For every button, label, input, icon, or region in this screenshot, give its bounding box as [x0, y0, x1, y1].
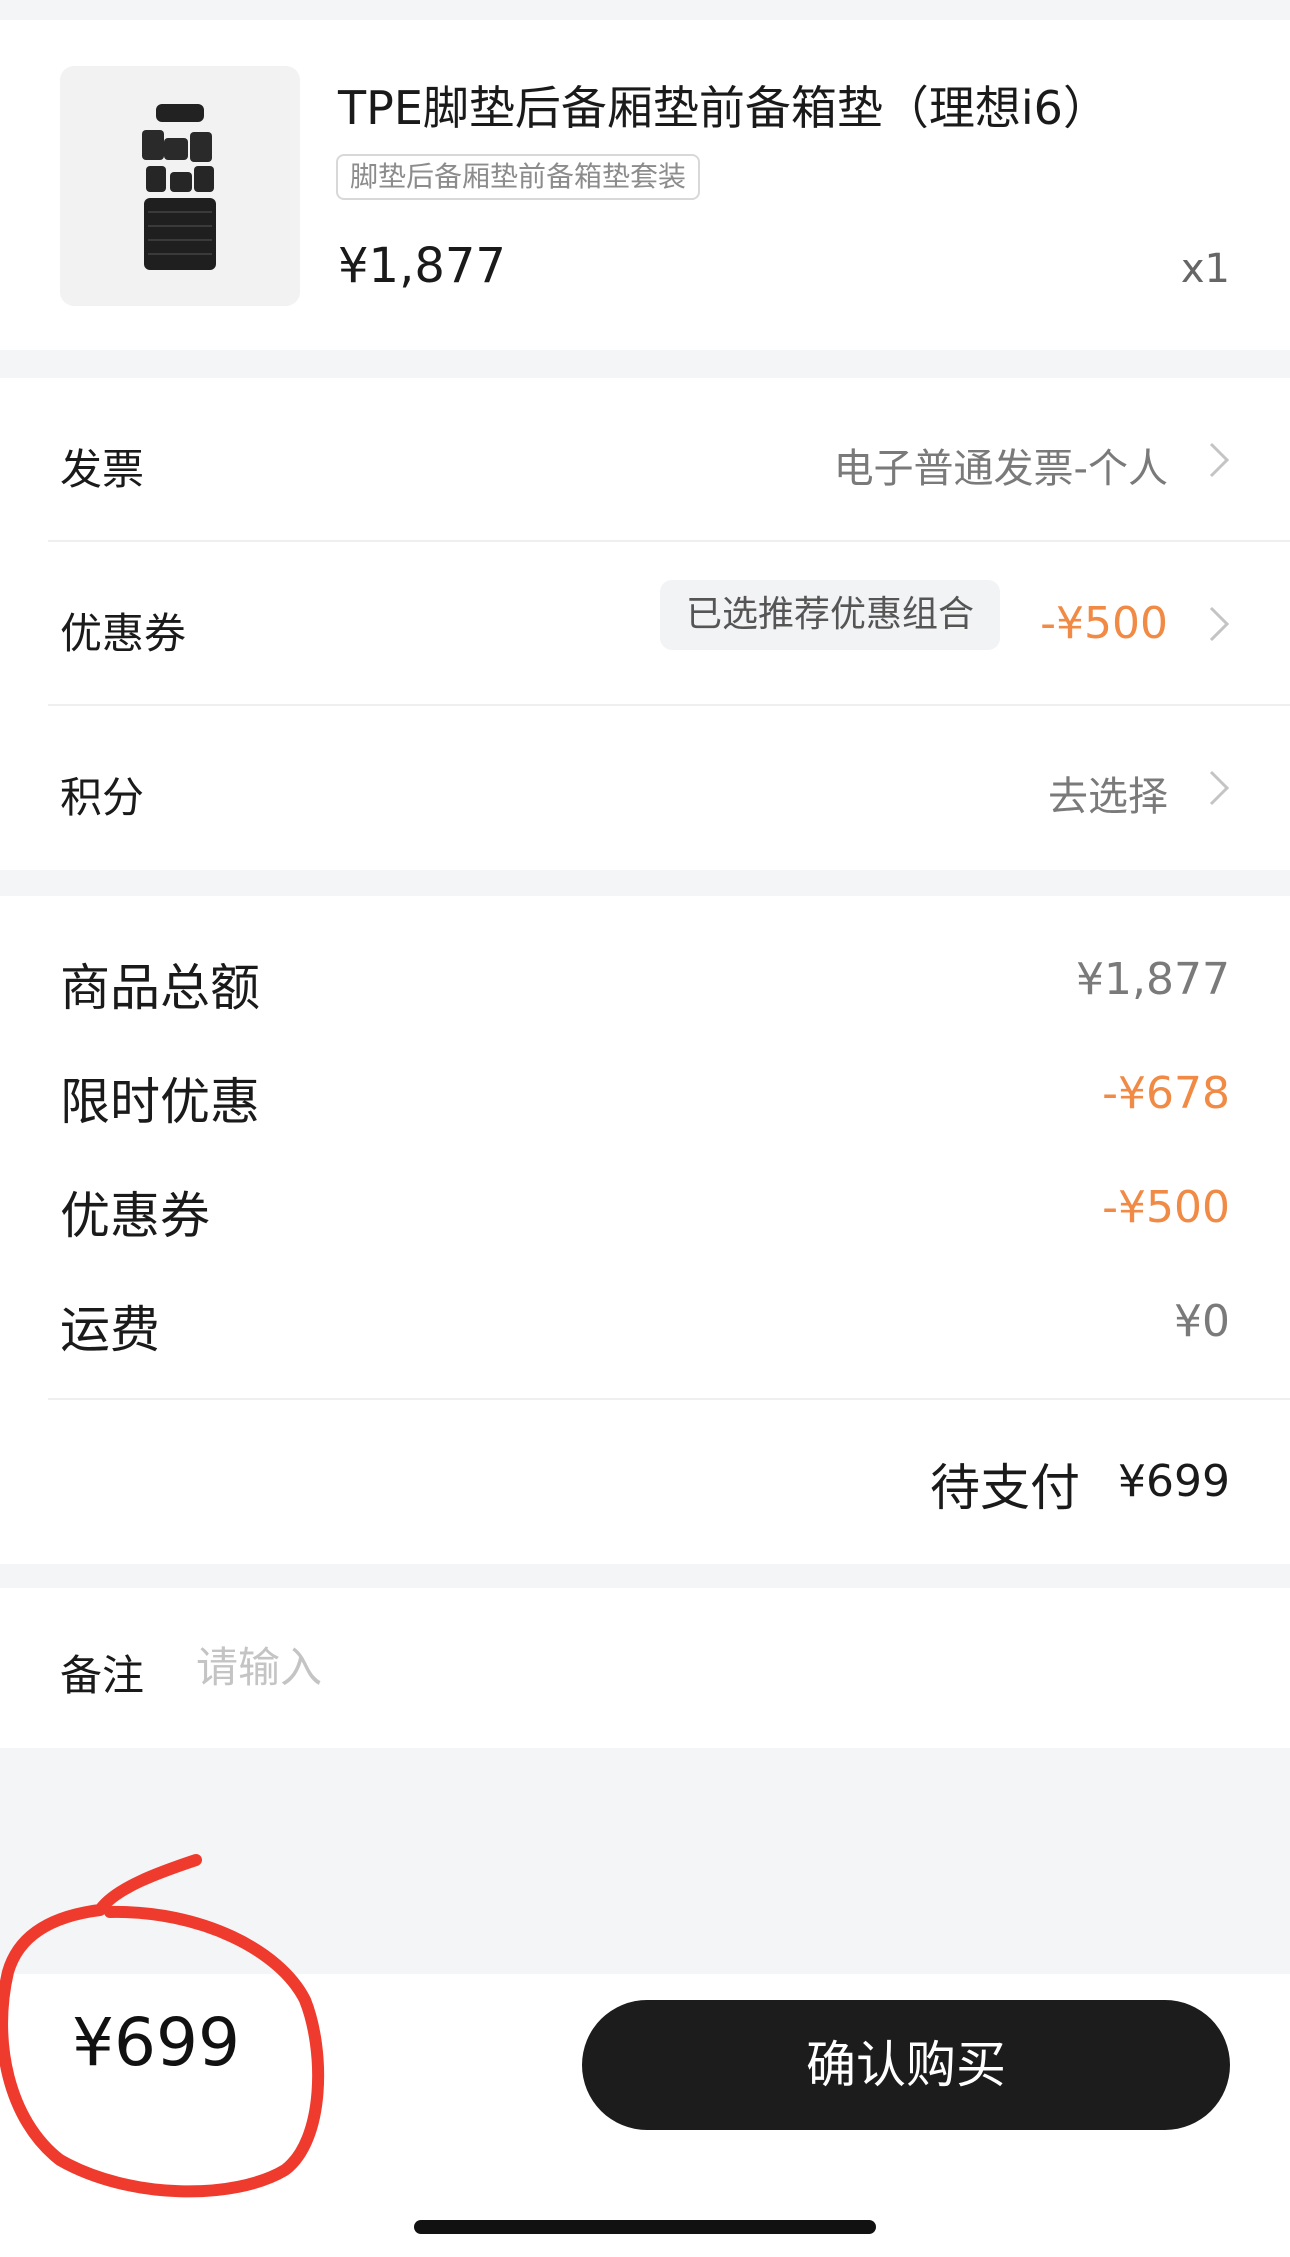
chevron-right-icon: [1209, 606, 1230, 642]
amount-due-value: ¥699: [1118, 1456, 1230, 1507]
summary-row-flash-discount: 限时优惠 -¥678: [0, 1062, 1290, 1142]
summary-value: -¥678: [1102, 1068, 1230, 1119]
summary-label: 优惠券: [60, 1187, 210, 1245]
divider: [48, 1398, 1290, 1400]
chevron-right-icon: [1209, 770, 1230, 806]
product-price: ¥1,877: [338, 238, 506, 294]
product-spec-tag: 脚垫后备厢垫前备箱垫套装: [336, 154, 701, 200]
summary-row-coupon: 优惠券 -¥500: [0, 1176, 1290, 1256]
product-quantity: x1: [1180, 246, 1230, 292]
order-options-card: 发票 电子普通发票-个人 优惠券 已选推荐优惠组合 -¥500 积分 去选择: [0, 378, 1290, 870]
summary-row-shipping: 运费 ¥0: [0, 1290, 1290, 1370]
product-title: TPE脚垫后备厢垫前备箱垫（理想i6）: [338, 81, 1109, 135]
invoice-value: 电子普通发票-个人: [833, 446, 1168, 492]
coupon-selected-pill: 已选推荐优惠组合: [659, 580, 1000, 650]
summary-label: 商品总额: [60, 959, 260, 1017]
coupon-amount: -¥500: [1040, 598, 1168, 649]
points-label: 积分: [60, 773, 145, 822]
points-row[interactable]: 积分 去选择: [0, 706, 1290, 870]
summary-value: -¥500: [1102, 1182, 1230, 1233]
summary-label: 限时优惠: [60, 1073, 260, 1131]
remark-card: 备注: [0, 1588, 1290, 1748]
floor-mat-set-icon: [142, 104, 216, 270]
checkout-bar: ¥699 确认购买: [0, 1974, 1290, 2257]
confirm-purchase-button[interactable]: 确认购买: [582, 2000, 1230, 2130]
remark-input[interactable]: [196, 1632, 1096, 1702]
invoice-label: 发票: [60, 445, 145, 494]
coupon-row[interactable]: 优惠券 已选推荐优惠组合 -¥500: [0, 542, 1290, 706]
summary-value: ¥1,877: [1076, 954, 1230, 1005]
checkout-page: TPE脚垫后备厢垫前备箱垫（理想i6） 脚垫后备厢垫前备箱垫套装 ¥1,877 …: [0, 0, 1290, 2257]
points-value: 去选择: [1048, 774, 1168, 820]
total-price: ¥699: [72, 2004, 240, 2081]
invoice-row[interactable]: 发票 电子普通发票-个人: [0, 378, 1290, 542]
summary-row-subtotal: 商品总额 ¥1,877: [0, 948, 1290, 1028]
home-indicator: [414, 2220, 876, 2234]
summary-value: ¥0: [1174, 1296, 1230, 1347]
chevron-right-icon: [1209, 442, 1230, 478]
product-image: [60, 66, 300, 306]
summary-label: 运费: [60, 1301, 160, 1359]
price-summary-card: 商品总额 ¥1,877 限时优惠 -¥678 优惠券 -¥500 运费 ¥0 待…: [0, 896, 1290, 1564]
remark-label: 备注: [60, 1651, 145, 1700]
coupon-label: 优惠券: [60, 609, 187, 658]
amount-due-label: 待支付: [930, 1459, 1080, 1517]
product-card[interactable]: TPE脚垫后备厢垫前备箱垫（理想i6） 脚垫后备厢垫前备箱垫套装 ¥1,877 …: [0, 20, 1290, 350]
